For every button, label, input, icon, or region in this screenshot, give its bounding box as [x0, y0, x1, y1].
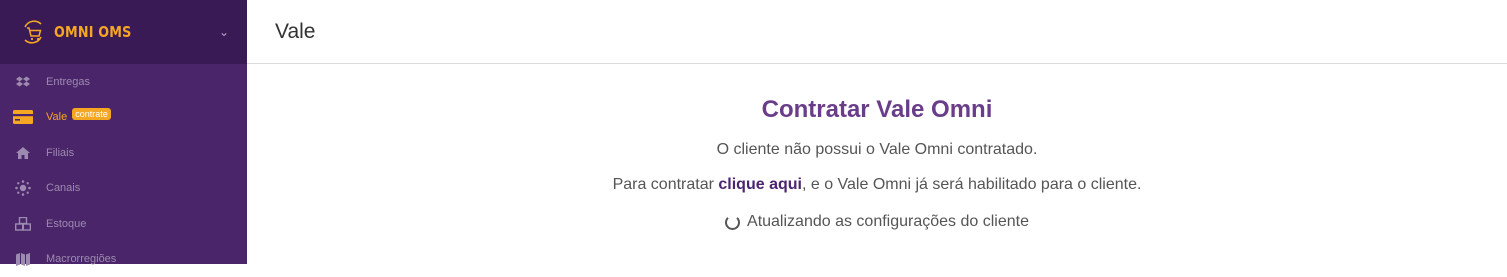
page-title: Vale — [275, 20, 315, 44]
sidebar-item-entregas[interactable]: Entregas — [0, 64, 247, 100]
page-header: Vale — [247, 0, 1507, 64]
dropbox-icon — [13, 75, 33, 89]
cta-suffix: , e o Vale Omni já será habilitado para … — [802, 176, 1141, 193]
sun-dots-icon — [13, 181, 33, 195]
brand-name: OMNI OMS — [54, 23, 194, 41]
map-icon — [13, 252, 33, 266]
sidebar-item-canais[interactable]: Canais — [0, 171, 247, 207]
sidebar-item-macrorregioes[interactable]: Macrorregiões — [0, 242, 247, 277]
contract-heading: Contratar Vale Omni — [247, 95, 1507, 125]
sidebar-item-label: Filiais — [46, 147, 74, 159]
sidebar-item-label: Entregas — [46, 76, 90, 88]
chevron-down-icon[interactable]: ⌄ — [219, 25, 229, 39]
status-message: Atualizando as configurações do cliente — [247, 213, 1507, 231]
main-content: Contratar Vale Omni O cliente não possui… — [247, 65, 1507, 231]
sidebar-item-estoque[interactable]: Estoque — [0, 206, 247, 242]
spinner-icon — [725, 215, 740, 230]
sidebar-item-filiais[interactable]: Filiais — [0, 135, 247, 171]
contrate-badge: contrate — [72, 108, 111, 120]
cta-text: Para contratar clique aqui, e o Vale Omn… — [247, 176, 1507, 194]
credit-card-icon — [13, 110, 33, 124]
sidebar-item-label: Macrorregiões — [46, 253, 116, 265]
home-icon — [13, 146, 33, 160]
info-text: O cliente não possui o Vale Omni contrat… — [247, 141, 1507, 159]
sidebar-nav: Entregas Vale contrate Filiais Canais — [0, 64, 247, 277]
sidebar-item-label: Canais — [46, 182, 80, 194]
cubes-icon — [13, 217, 33, 231]
sidebar-item-label: Vale — [46, 111, 67, 123]
sidebar-item-label: Estoque — [46, 218, 86, 230]
sidebar-item-vale[interactable]: Vale contrate — [0, 100, 247, 136]
status-text: Atualizando as configurações do cliente — [747, 213, 1029, 231]
cta-prefix: Para contratar — [613, 176, 719, 193]
brand-header: OMNI OMS ⌄ — [0, 0, 247, 64]
contract-link[interactable]: clique aqui — [718, 176, 802, 193]
sidebar: OMNI OMS ⌄ Entregas Vale contrate Filiai… — [0, 0, 247, 264]
cart-refresh-icon — [20, 19, 46, 45]
